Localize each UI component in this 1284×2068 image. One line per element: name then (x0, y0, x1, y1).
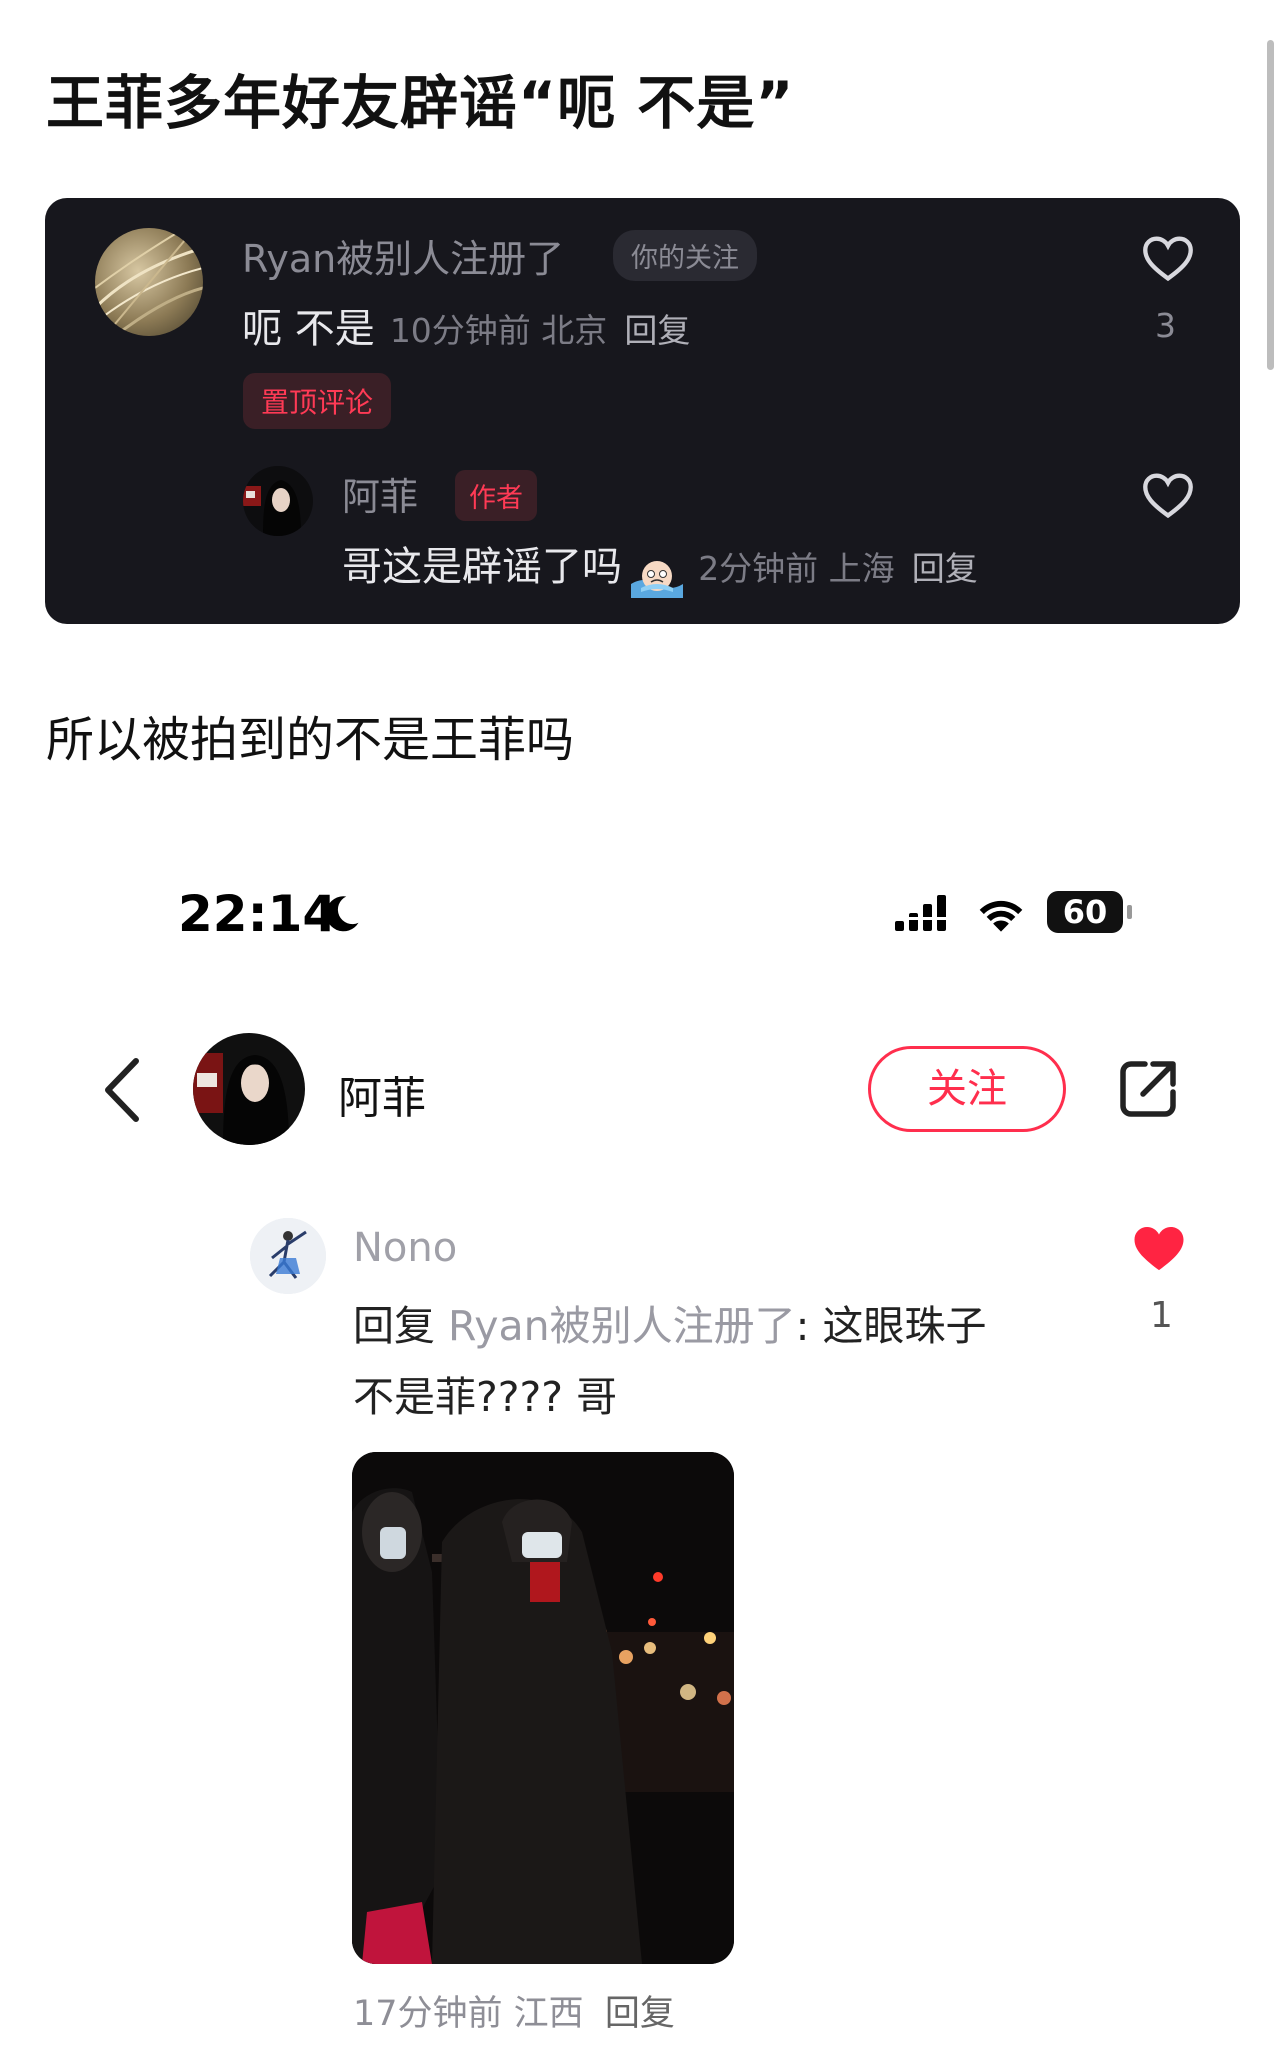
avatar[interactable] (243, 466, 313, 536)
status-time: 22:14 (178, 885, 338, 943)
reply-username[interactable]: 阿菲 (342, 466, 418, 521)
reply-text-line-2: 不是菲???? 哥 (353, 1373, 618, 1421)
like-count: 1 (1150, 1295, 1173, 1336)
reply-text: 哥这是辟谣了吗 (342, 544, 622, 590)
follow-button[interactable]: 关注 (868, 1046, 1066, 1132)
post-title: 王菲多年好友辟谣“呃 不是” (46, 69, 795, 137)
heart-outline-icon[interactable] (1140, 233, 1196, 283)
following-badge: 你的关注 (613, 230, 757, 281)
avatar[interactable] (250, 1218, 326, 1294)
night-street-photo (352, 1452, 734, 1964)
grass-image (95, 228, 203, 336)
author-avatar[interactable] (193, 1033, 305, 1145)
reply-text: : 这眼珠子 (795, 1302, 987, 1350)
reply-photo[interactable] (352, 1452, 734, 1964)
reply-button[interactable]: 回复 (912, 549, 978, 588)
portrait-image (243, 480, 301, 536)
battery-indicator: 60 (1047, 891, 1123, 933)
reply-button[interactable]: 回复 (605, 1994, 675, 2034)
comment-username[interactable]: Ryan被别人注册了 (242, 228, 564, 283)
crying-emoji-icon (631, 560, 684, 598)
battery-tip (1127, 905, 1132, 919)
comment-line: 呃 不是 10分钟前 北京 回复 (242, 296, 690, 354)
back-arrow-icon[interactable] (100, 1055, 144, 1125)
page-scrollbar[interactable] (1267, 40, 1274, 370)
pinned-badge: 置顶评论 (243, 373, 392, 429)
signal-icon (895, 895, 946, 931)
like-count: 3 (1155, 306, 1176, 345)
avatar[interactable] (95, 228, 203, 336)
comment-meta: 10分钟前 北京 (389, 311, 608, 350)
comment-screenshot-card: Ryan被别人注册了 你的关注 呃 不是 10分钟前 北京 回复 3 置顶评论 … (45, 198, 1240, 624)
reply-prefix: 回复 (353, 1302, 435, 1350)
reply-to-user[interactable]: Ryan被别人注册了 (448, 1302, 796, 1350)
post-body-text: 所以被拍到的不是王菲吗 (46, 712, 575, 768)
moon-icon (325, 896, 359, 932)
reply-button[interactable]: 回复 (624, 311, 690, 350)
reply-line: 哥这是辟谣了吗 2分钟前 上海 回复 (342, 534, 978, 598)
wifi-icon (979, 900, 1023, 932)
reply-time-location: 17分钟前 江西 (353, 1994, 584, 2034)
heart-outline-icon[interactable] (1140, 470, 1196, 520)
reply-meta: 2分钟前 上海 (698, 549, 895, 588)
author-name[interactable]: 阿菲 (338, 1062, 426, 1126)
portrait-image (193, 1053, 289, 1145)
reply-meta: 17分钟前 江西 回复 (353, 1985, 675, 2036)
author-badge: 作者 (455, 470, 537, 521)
reply-text-line: 回复 Ryan被别人注册了: 这眼珠子 (353, 1292, 987, 1352)
reply-username[interactable]: Nono (353, 1225, 457, 1271)
comment-text: 呃 不是 (242, 306, 375, 352)
heart-filled-icon[interactable] (1131, 1222, 1187, 1274)
share-icon[interactable] (1117, 1058, 1179, 1120)
dancer-image (250, 1218, 326, 1294)
